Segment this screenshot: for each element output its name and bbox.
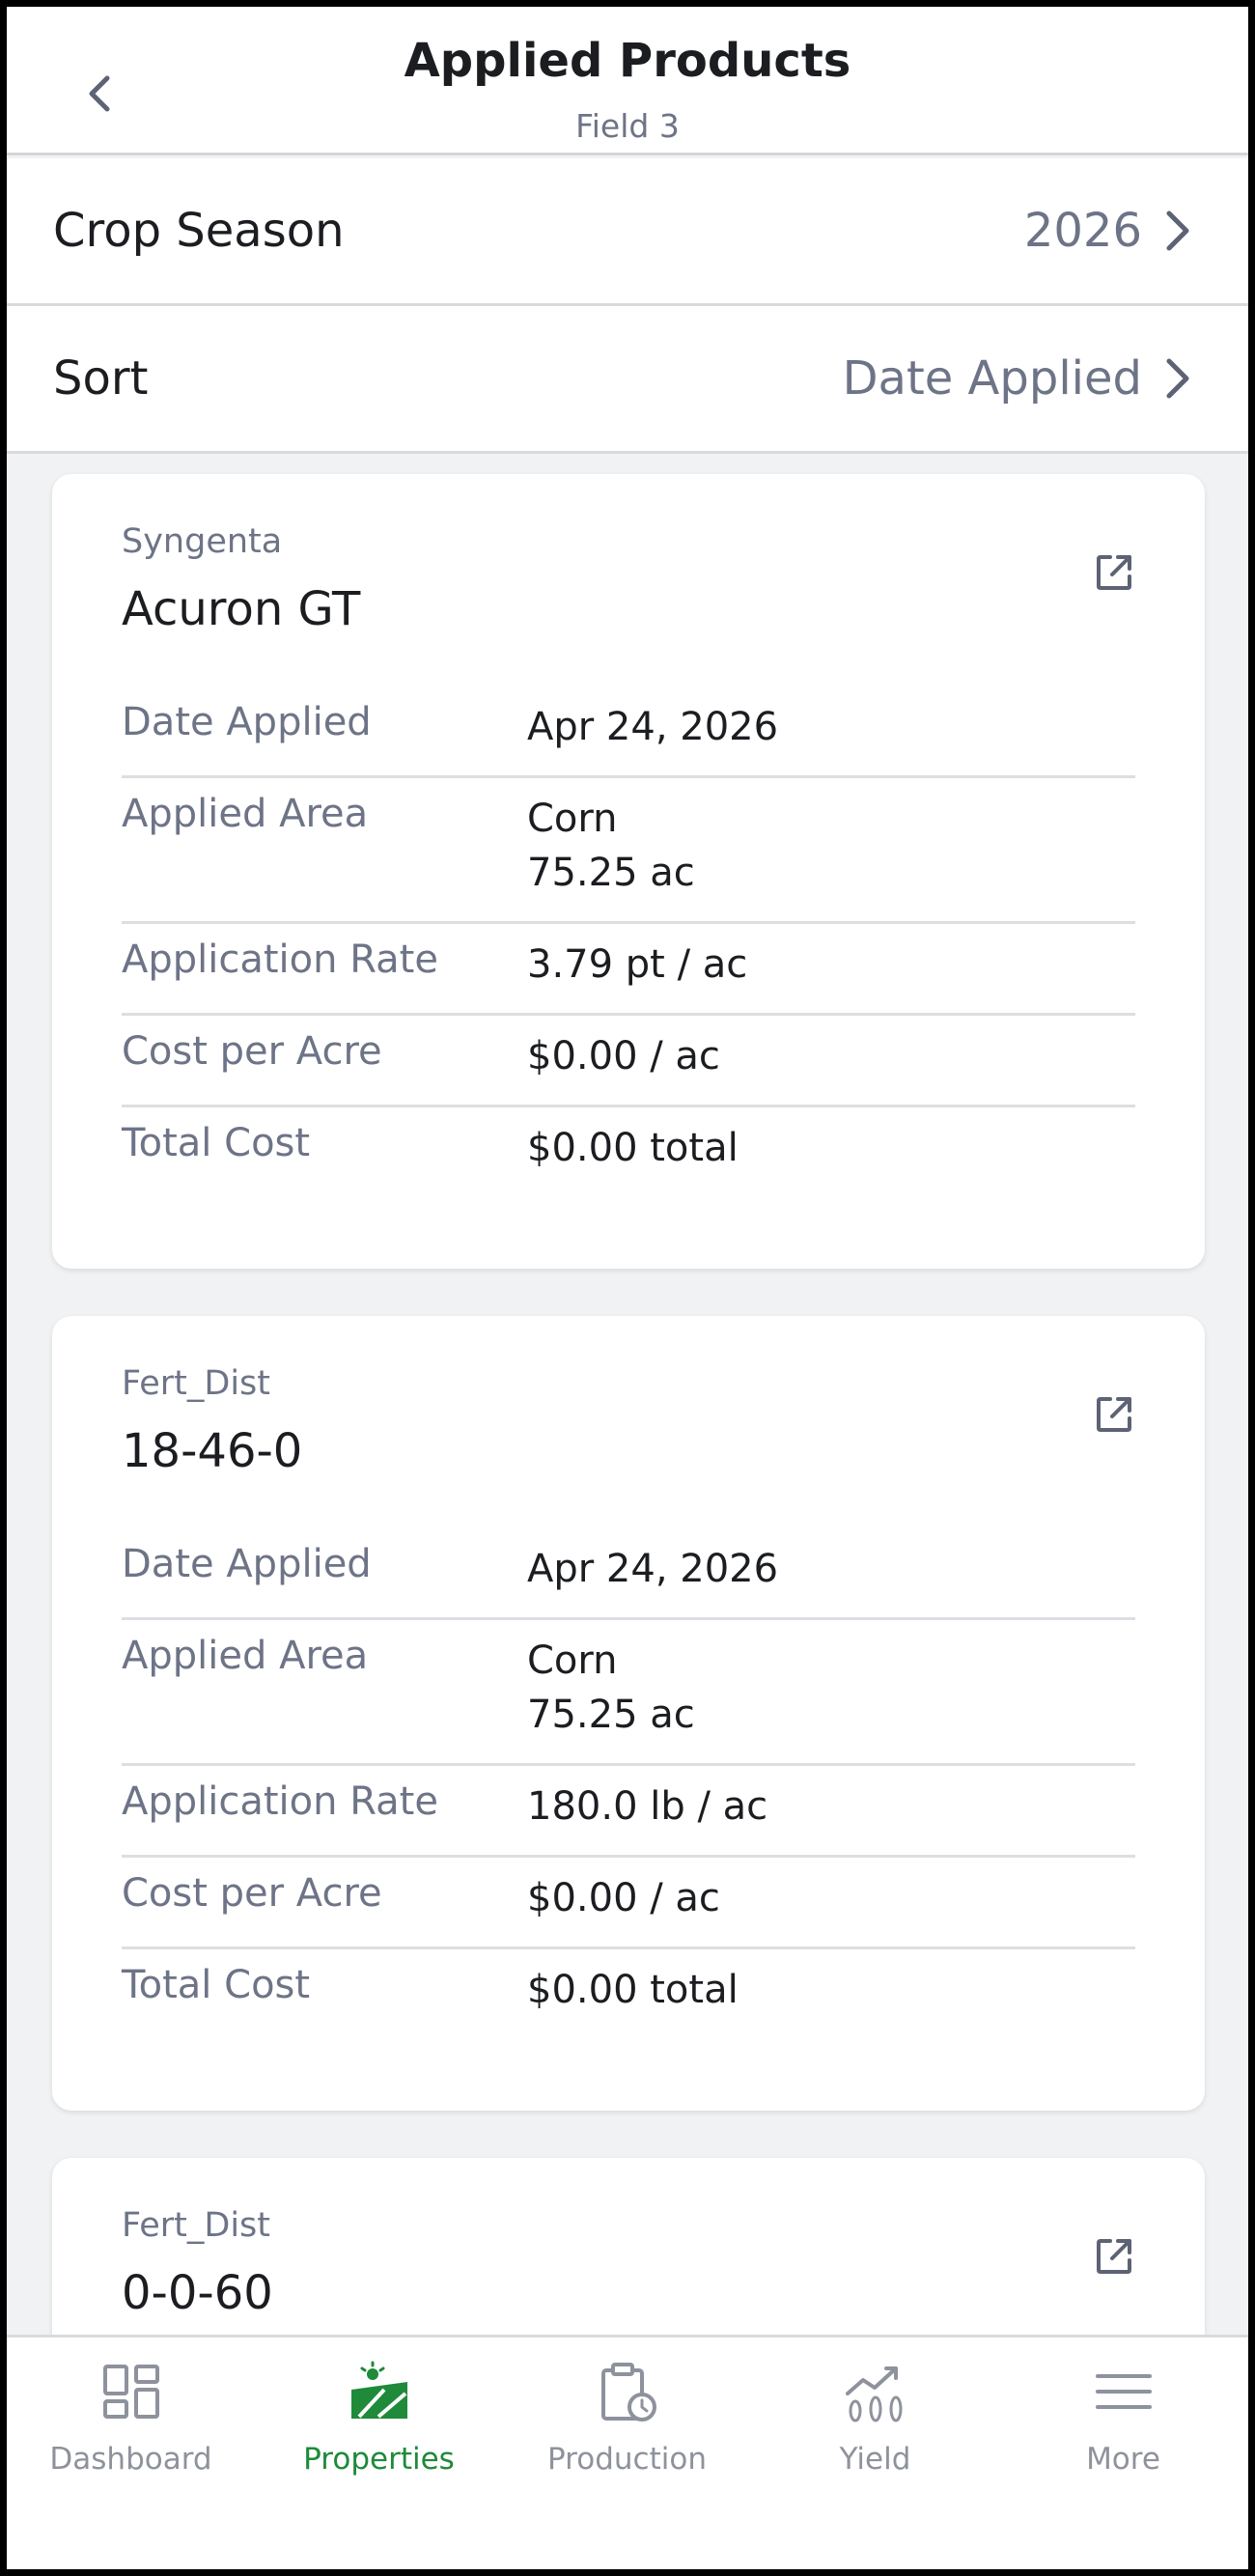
detail-label: Date Applied	[122, 1542, 372, 1586]
tab-yield[interactable]: Yield	[751, 2338, 999, 2492]
tab-label: Properties	[303, 2442, 455, 2477]
sort-row[interactable]: Sort Date Applied	[7, 306, 1248, 454]
detail-value-line: Apr 24, 2026	[527, 705, 779, 749]
detail-label: Cost per Acre	[122, 1871, 382, 1916]
tab-label: More	[1086, 2442, 1160, 2477]
tab-label: Yield	[839, 2442, 911, 2477]
detail-label: Date Applied	[122, 700, 372, 744]
detail-row: Total Cost $0.00 total	[122, 1107, 1135, 1196]
detail-value-line: $0.00 total	[527, 1126, 739, 1170]
detail-value: Apr 24, 2026	[527, 1542, 1135, 1596]
app-screen: Applied Products Field 3 Crop Season 202…	[7, 7, 1248, 2569]
detail-row: Cost per Acre $0.00 / ac	[122, 1016, 1135, 1107]
open-external-icon[interactable]	[1093, 2235, 1135, 2278]
crop-season-value: 2026	[1023, 204, 1142, 258]
page-subtitle: Field 3	[575, 107, 680, 145]
open-external-icon[interactable]	[1093, 551, 1135, 594]
product-brand: Fert_Dist	[122, 2206, 270, 2245]
detail-label: Total Cost	[122, 1121, 311, 1165]
production-icon	[600, 2363, 656, 2422]
chevron-right-icon	[1166, 358, 1189, 399]
detail-value-line: $0.00 total	[527, 1968, 739, 2012]
product-card: Fert_Dist 18-46-0 Date Applied Apr 24, 2…	[52, 1316, 1205, 2111]
product-brand: Syngenta	[122, 522, 283, 561]
product-details: Date Applied Apr 24, 2026 Applied Area C…	[122, 1528, 1135, 2038]
detail-row: Total Cost $0.00 total	[122, 1949, 1135, 2038]
tab-more[interactable]: More	[999, 2338, 1247, 2492]
page-title: Applied Products	[404, 34, 851, 88]
sort-label: Sort	[53, 351, 149, 406]
detail-value: 3.79 pt / ac	[527, 938, 1135, 992]
detail-row: Cost per Acre $0.00 / ac	[122, 1858, 1135, 1949]
detail-value: $0.00 total	[527, 1963, 1135, 2017]
product-name: 0-0-60	[122, 2266, 273, 2320]
detail-row: Application Rate 180.0 lb / ac	[122, 1766, 1135, 1858]
detail-value: 180.0 lb / ac	[527, 1779, 1135, 1834]
detail-value: $0.00 / ac	[527, 1029, 1135, 1083]
detail-row: Applied Area Corn 75.25 ac	[122, 1620, 1135, 1766]
detail-value-line: 180.0 lb / ac	[527, 1784, 768, 1829]
product-name: 18-46-0	[122, 1424, 303, 1478]
detail-value-line: $0.00 / ac	[527, 1034, 720, 1078]
detail-row: Date Applied Apr 24, 2026	[122, 686, 1135, 778]
detail-label: Applied Area	[122, 1634, 369, 1678]
detail-value-line: Corn	[527, 797, 618, 841]
bottom-tab-bar: Dashboard Properties Production Yield Mo…	[7, 2335, 1248, 2569]
detail-value: $0.00 / ac	[527, 1871, 1135, 1925]
detail-value: Corn 75.25 ac	[527, 792, 1135, 900]
menu-icon	[1095, 2374, 1152, 2409]
open-external-icon[interactable]	[1093, 1393, 1135, 1436]
properties-icon	[350, 2361, 407, 2419]
crop-season-label: Crop Season	[53, 204, 345, 258]
detail-value-line: Apr 24, 2026	[527, 1547, 779, 1591]
product-card: Fert_Dist 0-0-60	[52, 2158, 1205, 2335]
detail-label: Application Rate	[122, 1779, 438, 1824]
detail-label: Applied Area	[122, 792, 369, 836]
product-name: Acuron GT	[122, 582, 361, 636]
detail-label: Cost per Acre	[122, 1029, 382, 1074]
tab-properties[interactable]: Properties	[255, 2338, 503, 2492]
tab-label: Production	[547, 2442, 707, 2477]
detail-value: Corn 75.25 ac	[527, 1634, 1135, 1742]
detail-label: Total Cost	[122, 1963, 311, 2007]
product-details: Date Applied Apr 24, 2026 Applied Area C…	[122, 686, 1135, 1196]
detail-value-line: $0.00 / ac	[527, 1876, 720, 1920]
detail-value-line: 3.79 pt / ac	[527, 942, 748, 987]
detail-value-line: 75.25 ac	[527, 1693, 695, 1737]
detail-label: Application Rate	[122, 938, 438, 982]
detail-value: $0.00 total	[527, 1121, 1135, 1175]
sort-value: Date Applied	[842, 351, 1142, 406]
tab-label: Dashboard	[49, 2442, 212, 2477]
product-list[interactable]: Syngenta Acuron GT Date Applied Apr 24, …	[7, 457, 1248, 2335]
detail-value-line: Corn	[527, 1638, 618, 1683]
detail-row: Application Rate 3.79 pt / ac	[122, 924, 1135, 1016]
yield-icon	[845, 2366, 902, 2422]
crop-season-row[interactable]: Crop Season 2026	[7, 158, 1248, 306]
top-header: Applied Products Field 3	[7, 7, 1248, 155]
detail-row: Applied Area Corn 75.25 ac	[122, 778, 1135, 924]
tab-dashboard[interactable]: Dashboard	[7, 2338, 255, 2492]
dashboard-icon	[102, 2365, 159, 2419]
product-card: Syngenta Acuron GT Date Applied Apr 24, …	[52, 474, 1205, 1269]
detail-row: Date Applied Apr 24, 2026	[122, 1528, 1135, 1620]
detail-value-line: 75.25 ac	[527, 851, 695, 895]
product-brand: Fert_Dist	[122, 1364, 270, 1403]
tab-production[interactable]: Production	[503, 2338, 751, 2492]
chevron-right-icon	[1166, 210, 1189, 251]
detail-value: Apr 24, 2026	[527, 700, 1135, 754]
